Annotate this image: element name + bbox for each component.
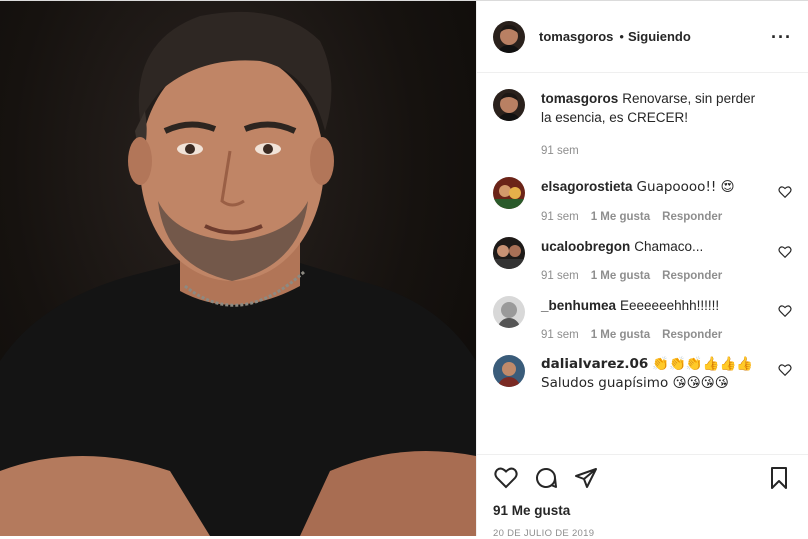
comment-like-icon[interactable] <box>778 304 792 318</box>
comment-likes[interactable]: 1 Me gusta <box>591 270 650 282</box>
commenter-avatar[interactable] <box>493 355 525 387</box>
comment-text: elsagorostieta Guapoooo!! 😍 <box>541 177 768 197</box>
portrait-illustration <box>0 11 476 536</box>
comment-item: elsagorostieta Guapoooo!! 😍 91 sem 1 Me g… <box>493 177 792 223</box>
comment-icon[interactable] <box>533 465 559 491</box>
comment-like-icon[interactable] <box>778 363 792 377</box>
share-icon[interactable] <box>573 465 599 491</box>
post-side-panel: tomasgoros • Siguiendo ··· tomasgoros Ren… <box>476 1 808 539</box>
comment-likes[interactable]: 1 Me gusta <box>591 211 650 223</box>
commenter-avatar[interactable] <box>493 177 525 209</box>
comment-time[interactable]: 91 sem <box>541 270 579 282</box>
comment-username[interactable]: dalialvarez.06 <box>541 356 648 372</box>
comment-body: Guapoooo!! 😍 <box>636 179 735 195</box>
post-caption: tomasgoros Renovarse, sin perder la esenc… <box>493 89 792 157</box>
comment-item: _benhumea Eeeeeeehhh!!!!!! 91 sem 1 Me gu… <box>493 296 792 341</box>
commenter-avatar[interactable] <box>493 296 525 328</box>
author-username[interactable]: tomasgoros <box>539 29 613 44</box>
action-bar <box>493 463 792 493</box>
comment-username[interactable]: _benhumea <box>541 298 616 313</box>
comment-likes[interactable]: 1 Me gusta <box>591 329 650 341</box>
comments-list: tomasgoros Renovarse, sin perder la esenc… <box>477 73 808 454</box>
commenter-avatar[interactable] <box>493 237 525 269</box>
post-footer: 91 Me gusta 20 DE JULIO DE 2019 <box>477 454 808 539</box>
comment-item: dalialvarez.06 👏👏👏👍👍👍 Saludos guapísimo 😘… <box>493 355 792 393</box>
comment-time[interactable]: 91 sem <box>541 211 579 223</box>
reply-button[interactable]: Responder <box>662 270 722 282</box>
comment-like-icon[interactable] <box>778 185 792 199</box>
comment-like-icon[interactable] <box>778 245 792 259</box>
author-avatar[interactable] <box>493 20 525 53</box>
comment-body: Eeeeeeehhh!!!!!! <box>620 298 720 313</box>
follow-separator: • <box>619 29 624 44</box>
post-photo[interactable] <box>0 1 476 536</box>
comment-time[interactable]: 91 sem <box>541 329 579 341</box>
caption-avatar[interactable] <box>493 89 525 121</box>
post-date[interactable]: 20 DE JULIO DE 2019 <box>493 528 792 539</box>
caption-time[interactable]: 91 sem <box>541 145 579 157</box>
comment-username[interactable]: ucaloobregon <box>541 239 630 254</box>
comment-text: _benhumea Eeeeeeehhh!!!!!! <box>541 296 768 315</box>
post-header: tomasgoros • Siguiendo ··· <box>477 1 808 73</box>
bookmark-icon[interactable] <box>766 465 792 491</box>
instagram-post: tomasgoros • Siguiendo ··· tomasgoros Ren… <box>0 0 808 539</box>
caption-text: tomasgoros Renovarse, sin perder la esenc… <box>541 89 768 127</box>
likes-count[interactable]: 91 Me gusta <box>493 503 792 518</box>
more-icon[interactable]: ··· <box>771 28 792 46</box>
reply-button[interactable]: Responder <box>662 329 722 341</box>
comment-item: ucaloobregon Chamaco... 91 sem 1 Me gusta… <box>493 237 792 282</box>
caption-username[interactable]: tomasgoros <box>541 91 618 106</box>
comment-username[interactable]: elsagorostieta <box>541 179 633 194</box>
comment-text: dalialvarez.06 👏👏👏👍👍👍 Saludos guapísimo 😘… <box>541 355 768 393</box>
comment-body: Chamaco... <box>634 239 704 254</box>
comment-text: ucaloobregon Chamaco... <box>541 237 768 256</box>
reply-button[interactable]: Responder <box>662 211 722 223</box>
following-button[interactable]: Siguiendo <box>628 29 691 44</box>
heart-icon[interactable] <box>493 465 519 491</box>
